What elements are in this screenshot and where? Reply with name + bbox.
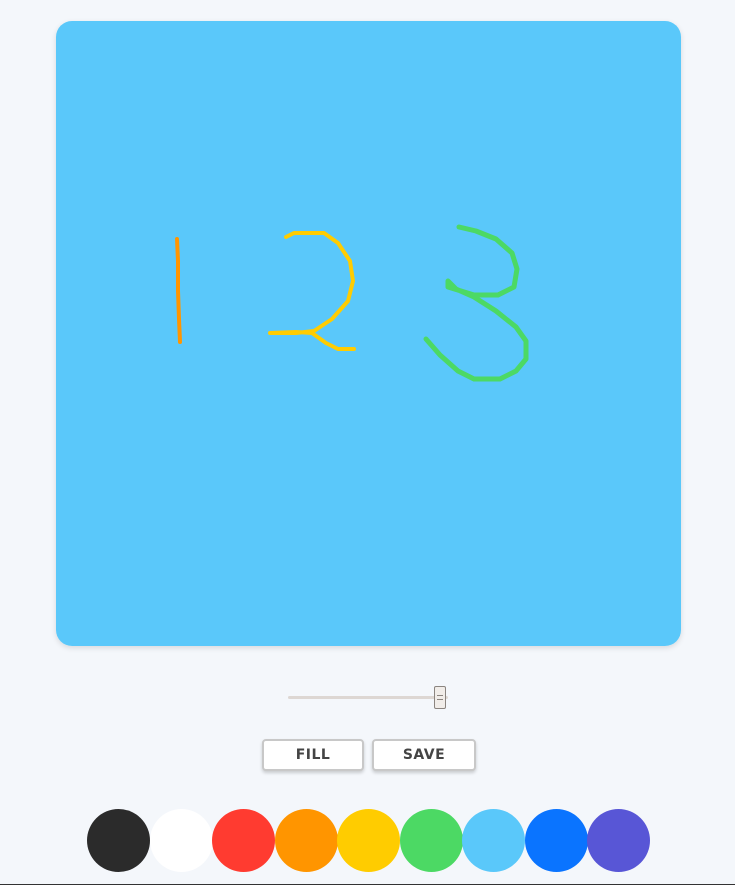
color-palette (87, 809, 653, 873)
color-swatch-blue[interactable] (525, 809, 588, 872)
color-swatch-black[interactable] (87, 809, 150, 872)
brush-size-slider[interactable] (288, 686, 450, 710)
color-swatch-light-blue[interactable] (462, 809, 525, 872)
color-swatch-green[interactable] (400, 809, 463, 872)
save-button[interactable]: SAVE (372, 739, 476, 771)
color-swatch-white[interactable] (150, 809, 213, 872)
slider-track[interactable] (288, 696, 448, 699)
drawing-surface[interactable] (56, 21, 681, 646)
fill-button[interactable]: FILL (262, 739, 364, 771)
color-swatch-orange[interactable] (275, 809, 338, 872)
grip-icon (437, 695, 443, 700)
canvas-background (56, 21, 681, 646)
stroke-digit-1 (175, 237, 182, 344)
color-swatch-red[interactable] (212, 809, 275, 872)
color-swatch-yellow[interactable] (337, 809, 400, 872)
action-buttons: FILL SAVE (262, 739, 476, 771)
drawing-canvas[interactable] (56, 21, 681, 646)
slider-thumb[interactable] (434, 686, 446, 709)
color-swatch-purple[interactable] (587, 809, 650, 872)
drawing-app: FILL SAVE (0, 0, 735, 885)
